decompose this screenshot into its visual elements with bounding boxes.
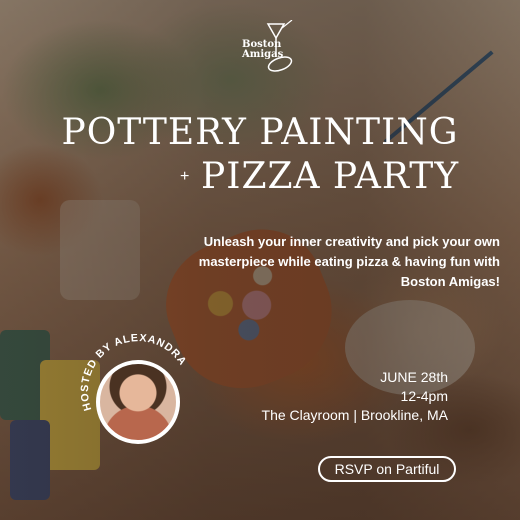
event-flyer: Boston Amigas POTTERY PAINTING + PIZZA P…: [0, 0, 520, 520]
rsvp-button[interactable]: RSVP on Partiful: [318, 456, 456, 482]
host-avatar: [96, 360, 180, 444]
logo-line-2: Amigas: [242, 49, 284, 60]
logo-wordmark: Boston Amigas: [242, 40, 298, 60]
title-line-2-text: PIZZA PARTY: [201, 156, 460, 197]
event-details: JUNE 28th 12-4pm The Clayroom | Brooklin…: [240, 368, 448, 425]
title-line-2: PIZZA PARTY: [175, 156, 505, 197]
event-location: The Clayroom | Brookline, MA: [261, 407, 448, 423]
event-time: 12-4pm: [400, 388, 448, 404]
event-description: Unleash your inner creativity and pick y…: [198, 234, 500, 289]
title-line-1: POTTERY PAINTING: [61, 112, 459, 153]
brand-logo: Boston Amigas: [238, 20, 298, 72]
event-date: JUNE 28th: [380, 369, 448, 385]
